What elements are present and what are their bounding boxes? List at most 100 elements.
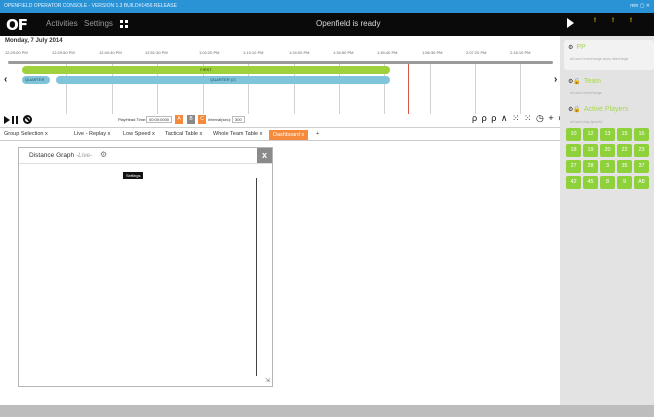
time-label: 2:18:10 PM bbox=[510, 50, 531, 55]
interval-label: Interval(sec): bbox=[208, 117, 232, 122]
player-chip[interactable]: 37 bbox=[634, 160, 649, 173]
stop-icon[interactable] bbox=[23, 115, 32, 124]
window-titlebar: OPENFIELD OPERATOR CONSOLE - VERSION 1.3… bbox=[0, 0, 654, 13]
active-players-title: ⚙🔒 Active Players bbox=[568, 106, 628, 113]
player-chip[interactable]: 13 bbox=[600, 128, 615, 141]
chevron-right-icon[interactable]: › bbox=[554, 74, 557, 85]
tab-group-selection[interactable]: Group Selection x bbox=[4, 131, 48, 137]
lock-icon[interactable]: ⚙🔒 bbox=[568, 79, 581, 85]
time-label: 12:29:00 PM bbox=[5, 50, 28, 55]
tab-dashboard[interactable]: Dashboard x bbox=[269, 130, 309, 140]
player-chip[interactable]: 42 bbox=[566, 176, 581, 189]
tab-bar: Group Selection x Live - Replay x Low Sp… bbox=[0, 129, 560, 141]
player-chip[interactable]: 10 bbox=[566, 128, 581, 141]
team-title: ⚙🔒 Team bbox=[568, 78, 601, 85]
signal-indicator-icon: ! bbox=[594, 18, 596, 24]
player-chip[interactable]: 15 bbox=[617, 128, 632, 141]
status-text: Openfield is ready bbox=[316, 19, 381, 28]
bottom-status-bar bbox=[0, 405, 654, 417]
mark-c-button[interactable]: C bbox=[198, 115, 206, 124]
nav-activities[interactable]: Activities bbox=[46, 19, 78, 28]
grid-menu-icon[interactable] bbox=[120, 20, 128, 28]
timeline-date: Monday, 7 July 2014 bbox=[5, 38, 63, 44]
player-chip[interactable]: 19 bbox=[583, 144, 598, 157]
panel-title: Distance Graph -Live- bbox=[29, 152, 92, 159]
signal-indicator-icon: ! bbox=[612, 18, 614, 24]
play-icon[interactable] bbox=[567, 18, 574, 28]
timeline-scrubber[interactable] bbox=[8, 61, 553, 64]
pp-title-text: PP bbox=[576, 44, 586, 51]
signal-indicator-icon: ! bbox=[630, 18, 632, 24]
player-chip[interactable]: 22 bbox=[617, 144, 632, 157]
time-label: 1:24:00 PM bbox=[289, 50, 310, 55]
time-label: 1:56:30 PM bbox=[422, 50, 443, 55]
gear-icon[interactable]: ⚙ bbox=[100, 150, 107, 159]
players-filters[interactable]: all none play ignored bbox=[570, 120, 602, 124]
playhead-time-label: PlayHead Time: bbox=[118, 117, 147, 122]
time-label: 12:29:50 PM bbox=[52, 50, 75, 55]
tab-whole-team-table[interactable]: Whole Team Table x bbox=[213, 131, 262, 137]
resize-handle-icon[interactable]: ⇲ bbox=[265, 377, 270, 384]
app-logo: OF bbox=[6, 16, 28, 34]
player-chip[interactable]: 9 bbox=[617, 176, 632, 189]
time-label: 12:51:30 PM bbox=[145, 50, 168, 55]
nav-settings[interactable]: Settings bbox=[84, 19, 113, 28]
period-quarter-bar[interactable]: QUARTER bbox=[22, 76, 50, 84]
period-first-bar[interactable]: FIRST bbox=[22, 66, 390, 74]
period-quarter-2-bar[interactable]: QUARTER (2) bbox=[56, 76, 390, 84]
player-chip[interactable]: 28 bbox=[583, 160, 598, 173]
grid-line bbox=[520, 64, 521, 114]
dashboard-content: Distance Graph -Live- ⚙ Settings x ⇲ bbox=[0, 141, 560, 405]
time-label: 1:02:20 PM bbox=[199, 50, 220, 55]
settings-tooltip: Settings bbox=[123, 172, 144, 179]
play-icon[interactable] bbox=[4, 116, 10, 124]
tab-low-speed[interactable]: Low Speed x bbox=[123, 131, 155, 137]
lock-icon[interactable]: ⚙🔒 bbox=[568, 107, 581, 113]
player-chip[interactable]: 12 bbox=[583, 128, 598, 141]
interval-field[interactable]: 300 bbox=[232, 116, 245, 123]
player-chip[interactable]: 3 bbox=[600, 160, 615, 173]
add-tab-button[interactable]: + bbox=[316, 131, 319, 137]
vertical-scrollbar[interactable] bbox=[256, 178, 257, 376]
tab-live-replay[interactable]: Live - Replay x bbox=[74, 131, 110, 137]
pp-title: ⚙ PP bbox=[568, 44, 586, 51]
player-chip[interactable]: 45 bbox=[583, 176, 598, 189]
mark-b-button[interactable]: B bbox=[187, 115, 195, 124]
grid-line bbox=[475, 64, 476, 114]
player-chip[interactable]: 27 bbox=[566, 160, 581, 173]
timeline-tools[interactable]: ρ ρ ρ ∧ ⁙ ⁙ ◷ + ⊘ bbox=[472, 113, 567, 124]
team-filters[interactable]: all none invert/range bbox=[570, 91, 602, 95]
player-chip[interactable]: 35 bbox=[617, 160, 632, 173]
player-chip[interactable]: 18 bbox=[566, 144, 581, 157]
right-sidebar: ⚙ PP all none invert/range show hide/rang… bbox=[560, 36, 654, 405]
player-chip[interactable]: 23 bbox=[634, 144, 649, 157]
window-title: OPENFIELD OPERATOR CONSOLE - VERSION 1.3… bbox=[4, 3, 177, 9]
time-label: 1:34:50 PM bbox=[333, 50, 354, 55]
time-label: 12:40:40 PM bbox=[99, 50, 122, 55]
chevron-left-icon[interactable]: ‹ bbox=[4, 74, 7, 85]
live-indicator: -Live- bbox=[75, 152, 93, 159]
player-chip[interactable]: 20 bbox=[600, 144, 615, 157]
close-panel-button[interactable]: x bbox=[257, 148, 272, 163]
player-chip[interactable]: A8 bbox=[634, 176, 649, 189]
window-controls[interactable]: min ▢ ✕ bbox=[630, 0, 650, 13]
divider bbox=[19, 163, 272, 164]
playhead-time-field[interactable]: 00:00:0000 bbox=[146, 116, 173, 123]
time-label: 1:45:40 PM bbox=[377, 50, 398, 55]
top-navigation-bar: OF Activities Settings Openfield is read… bbox=[0, 13, 654, 36]
pause-icon[interactable] bbox=[12, 116, 19, 124]
team-title-text: Team bbox=[583, 78, 601, 85]
pp-filters[interactable]: all none invert/range show hide/range bbox=[570, 57, 628, 61]
time-label: 2:07:20 PM bbox=[466, 50, 487, 55]
tab-tactical-table[interactable]: Tactical Table x bbox=[165, 131, 202, 137]
mark-a-button[interactable]: A bbox=[175, 115, 183, 124]
grid-line bbox=[430, 64, 431, 114]
active-players-title-text: Active Players bbox=[583, 106, 629, 113]
settings-small-icon[interactable]: ⚙ bbox=[568, 45, 573, 51]
player-chip[interactable]: 8 bbox=[600, 176, 615, 189]
playhead-marker[interactable] bbox=[408, 64, 409, 114]
distance-graph-panel: Distance Graph -Live- ⚙ Settings x ⇲ bbox=[18, 147, 273, 387]
panel-title-text: Distance Graph bbox=[29, 152, 75, 159]
player-chip[interactable]: 16 bbox=[634, 128, 649, 141]
time-label: 1:13:10 PM bbox=[243, 50, 264, 55]
